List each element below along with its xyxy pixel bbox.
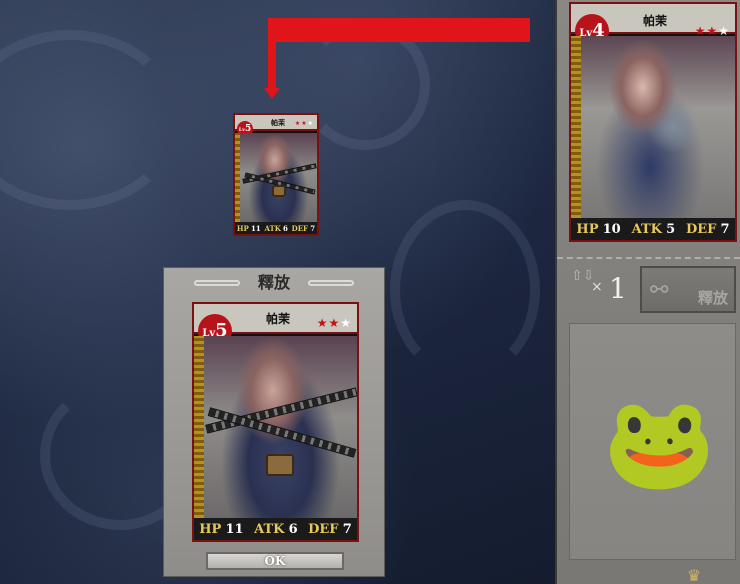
multiply-sign: × <box>591 279 603 295</box>
card-stats: HP 11 ATK 6 DEF 7 <box>235 222 317 234</box>
card-name: 帕茉 <box>266 312 291 326</box>
guide-arrow-head-icon <box>264 88 280 99</box>
card-stats: HP 10 ATK 5 DEF 7 <box>571 218 735 240</box>
guide-arrow-stem <box>268 18 276 90</box>
up-down-arrows-icon[interactable]: ⇧⇩ <box>571 269 594 310</box>
release-button-label: 釋放 <box>697 289 728 307</box>
character-art <box>240 133 317 222</box>
guide-arrow-bar <box>268 18 530 42</box>
ok-button[interactable]: OK <box>206 552 344 570</box>
dialog-title: 釋放 <box>257 273 290 292</box>
rarity-stars: ★★★ <box>316 316 352 330</box>
background-ornament <box>390 200 540 380</box>
rarity-stars: ★★★ <box>294 120 314 127</box>
side-panel: 帕茉 Lv4 ★★★ next HP 10 ATK 5 DEF 7 ⇧⇩ × 1… <box>555 0 740 584</box>
release-dialog: 釋放 帕茉 Lv5 ★★★ next HP 11 ATK 6 DEF 7 OK <box>163 267 385 577</box>
material-slot[interactable]: 🐸 <box>569 323 736 560</box>
card-side-border <box>571 36 581 218</box>
background-ornament <box>0 30 180 210</box>
released-card: 帕茉 Lv5 ★★★ next HP 11 ATK 6 DEF 7 <box>192 302 359 542</box>
selected-card[interactable]: 帕茉 Lv4 ★★★ next HP 10 ATK 5 DEF 7 <box>569 2 737 242</box>
padlock-icon <box>272 185 286 197</box>
card-name: 帕茉 <box>643 14 668 28</box>
character-art <box>581 36 735 218</box>
card-name: 帕茉 <box>271 118 285 127</box>
chain-icon <box>205 387 357 434</box>
padlock-icon <box>266 454 294 476</box>
card-stats: HP 11 ATK 6 DEF 7 <box>194 518 357 540</box>
panel-divider <box>557 257 740 259</box>
small-card[interactable]: 帕茉 Lv5 ★★★ HP 11 ATK 6 DEF 7 <box>233 113 319 236</box>
release-count: ⇧⇩ × 1 <box>569 268 627 312</box>
card-side-border <box>194 336 204 518</box>
crown-icon: ♛ <box>686 566 702 584</box>
frog-silhouette-icon: 🐸 <box>603 391 716 496</box>
bone-icon: ⚯ <box>650 278 669 303</box>
count-value: 1 <box>609 272 627 305</box>
game-background: 帕茉 Lv5 ★★★ HP 11 ATK 6 DEF 7 釋放 帕茉 Lv5 ★… <box>0 0 555 584</box>
release-button[interactable]: ⚯ 釋放 <box>640 266 736 313</box>
character-art <box>204 336 357 518</box>
